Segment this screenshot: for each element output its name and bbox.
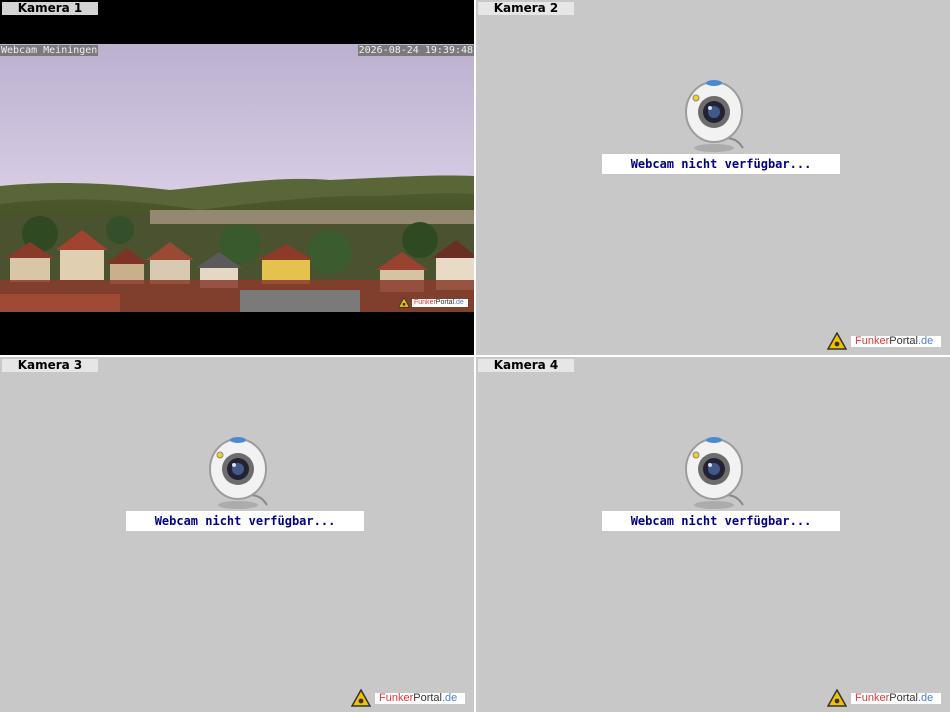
camera-panel-4: Kamera 4 Webcam nicht verfügbar... Funke… xyxy=(476,357,950,712)
camera-label: Kamera 1 xyxy=(2,2,98,15)
funkerportal-logo: FunkerPortal.de xyxy=(351,689,467,707)
funkerportal-logo: FunkerPortal.de xyxy=(827,689,943,707)
watermark-text: FunkerPortal.de xyxy=(412,299,468,307)
camera-panel-3: Kamera 3 Webcam nicht verfügbar... Funke… xyxy=(0,357,474,712)
camera-panel-2: Kamera 2 Webcam nicht verfügbar... Funke… xyxy=(476,0,950,355)
webcam-image xyxy=(0,44,474,312)
camera-panel-1: Webcam Meiningen 2026-08-24 19:39:48 Fun… xyxy=(0,0,474,355)
warning-triangle-icon xyxy=(351,689,371,707)
funkerportal-watermark: FunkerPortal.de xyxy=(398,297,470,308)
funkerportal-logo: FunkerPortal.de xyxy=(827,332,943,350)
warning-triangle-icon xyxy=(398,297,410,308)
camera-label: Kamera 2 xyxy=(478,2,574,15)
warning-triangle-icon xyxy=(827,689,847,707)
overlay-timestamp: 2026-08-24 19:39:48 xyxy=(357,45,474,56)
webcam-icon xyxy=(209,437,268,509)
logo-text: FunkerPortal.de xyxy=(851,693,941,704)
unavailable-message: Webcam nicht verfügbar... xyxy=(602,511,840,531)
webcam-icon xyxy=(685,80,744,152)
camera-label: Kamera 3 xyxy=(2,359,98,372)
unavailable-message: Webcam nicht verfügbar... xyxy=(602,154,840,174)
unavailable-message: Webcam nicht verfügbar... xyxy=(126,511,364,531)
webcam-icon xyxy=(685,437,744,509)
warning-triangle-icon xyxy=(827,332,847,350)
overlay-camera-name: Webcam Meiningen xyxy=(0,45,99,56)
logo-text: FunkerPortal.de xyxy=(851,336,941,347)
logo-text: FunkerPortal.de xyxy=(375,693,465,704)
camera-label: Kamera 4 xyxy=(478,359,574,372)
